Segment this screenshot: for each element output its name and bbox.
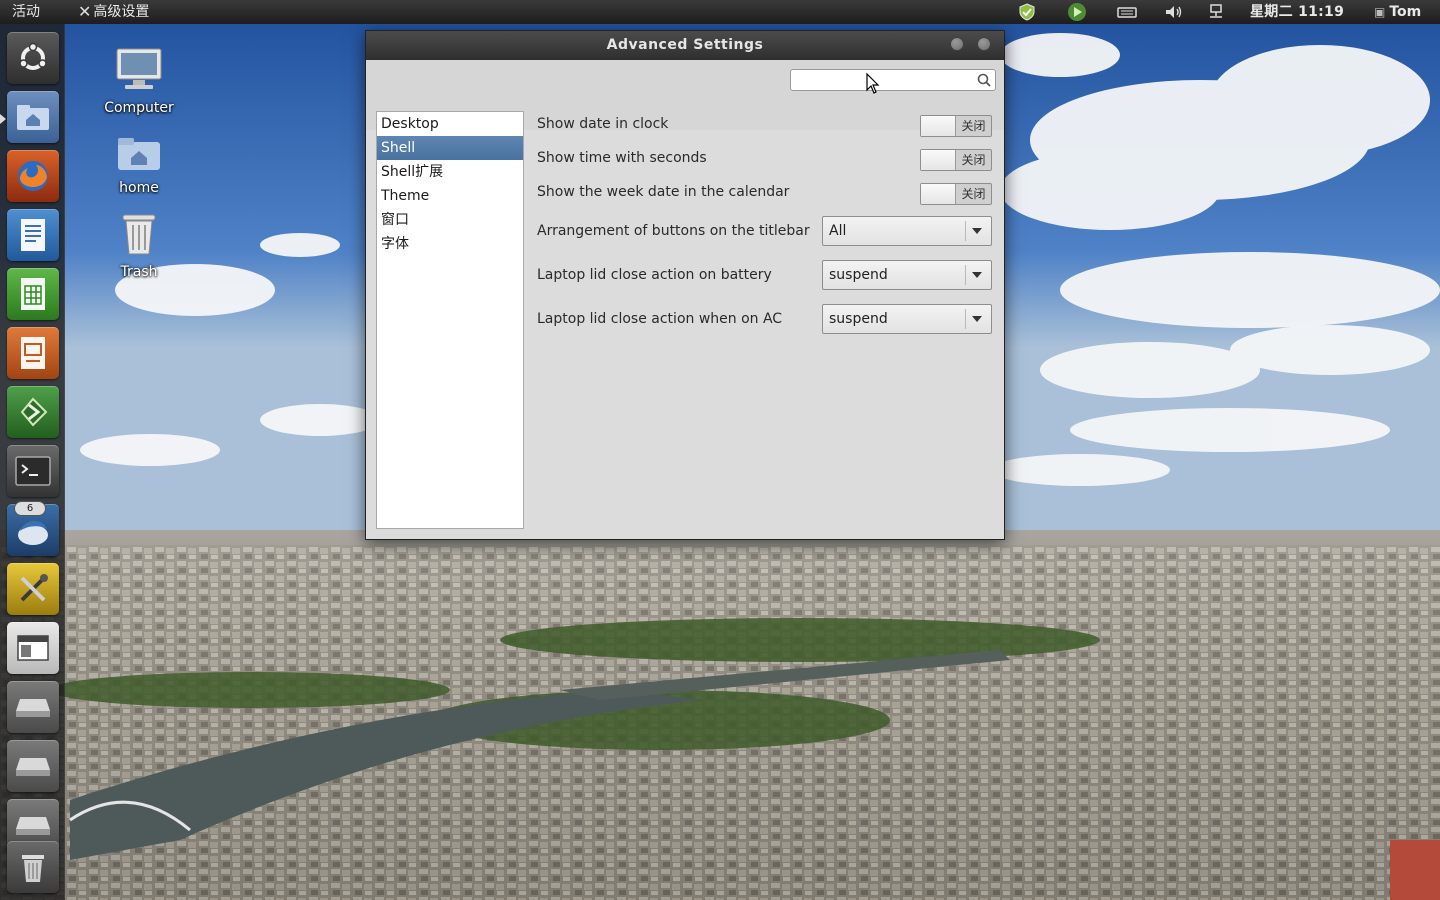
titlebar-buttons-dropdown[interactable]: All [822, 216, 992, 246]
volume-icon[interactable] [1163, 0, 1185, 24]
desktop-icon-trash[interactable]: Trash [94, 210, 184, 280]
drive-icon[interactable] [7, 740, 59, 792]
setting-label: Show time with seconds [537, 150, 707, 166]
desktop-icon-label: home [119, 180, 159, 196]
toggle-knob [921, 184, 956, 204]
show-seconds-toggle[interactable]: 关闭 [920, 149, 992, 171]
drive-icon[interactable] [7, 681, 59, 733]
dropdown-value: All [829, 223, 847, 239]
user-menu[interactable]: ▣ Tom [1374, 0, 1421, 24]
setting-label: Arrangement of buttons on the titlebar [537, 223, 810, 239]
chevron-down-icon [972, 316, 982, 322]
toggle-knob [921, 116, 956, 136]
window-titlebar[interactable]: Advanced Settings [366, 31, 1004, 60]
desktop-icon-home[interactable]: home [94, 134, 184, 196]
search-box[interactable] [790, 69, 996, 91]
firefox-icon[interactable] [7, 150, 59, 202]
unread-badge: 6 [15, 502, 45, 515]
desktop-icon-computer[interactable]: Computer [94, 46, 184, 116]
user-status-icon: ▣ [1374, 5, 1386, 19]
show-date-toggle[interactable]: 关闭 [920, 115, 992, 137]
setting-label: Show date in clock [537, 116, 669, 132]
home-folder-icon [118, 138, 160, 170]
window-title: Advanced Settings [606, 37, 764, 53]
mouse-cursor-icon [866, 73, 880, 94]
app-menu-label: 高级设置 [93, 4, 150, 20]
dropdown-separator [965, 221, 966, 241]
dropdown-separator [965, 265, 966, 285]
sidebar-item-desktop[interactable]: Desktop [377, 112, 523, 136]
tweak-tool-icon[interactable] [7, 563, 59, 615]
setting-label: Laptop lid close action when on AC [537, 311, 783, 327]
advanced-settings-window: Advanced Settings Desktop Shell Shell扩展 … [365, 30, 1005, 540]
ubuntu-logo-icon[interactable] [7, 32, 59, 84]
window-icon[interactable] [7, 622, 59, 674]
tools-icon: ✕ [78, 2, 92, 21]
terminal-icon[interactable] [7, 445, 59, 497]
network-icon[interactable] [1206, 0, 1226, 24]
toggle-state: 关闭 [961, 119, 986, 133]
calc-icon[interactable] [7, 268, 59, 320]
app-menu[interactable]: ✕ 高级设置 [78, 0, 149, 24]
chevron-down-icon [972, 272, 982, 278]
activities-button[interactable]: 活动 [12, 0, 40, 24]
home-folder-icon[interactable] [7, 91, 59, 143]
user-name: Tom [1389, 4, 1422, 20]
sidebar-item-shell-extensions[interactable]: Shell扩展 [377, 160, 523, 184]
impress-icon[interactable] [7, 327, 59, 379]
gedit-icon[interactable] [7, 386, 59, 438]
toggle-state: 关闭 [961, 187, 986, 201]
search-icon[interactable] [977, 73, 991, 87]
running-indicator [0, 114, 6, 124]
sidebar-item-fonts[interactable]: 字体 [377, 232, 523, 256]
lid-ac-dropdown[interactable]: suspend [822, 304, 992, 334]
shield-icon[interactable] [1017, 0, 1037, 24]
dropdown-separator [965, 309, 966, 329]
clock[interactable]: 星期二 11:19 [1250, 0, 1344, 24]
thunderbird-icon[interactable]: 6 [7, 502, 59, 556]
minimize-button[interactable] [950, 37, 964, 51]
launcher: 6 [0, 24, 65, 900]
chevron-down-icon [972, 228, 982, 234]
setting-label: Show the week date in the calendar [537, 184, 790, 200]
lid-battery-dropdown[interactable]: suspend [822, 260, 992, 290]
computer-icon [116, 48, 162, 89]
trash-icon [122, 214, 156, 255]
category-sidebar: Desktop Shell Shell扩展 Theme 窗口 字体 [376, 111, 524, 529]
close-button[interactable] [977, 37, 991, 51]
setting-label: Laptop lid close action on battery [537, 267, 772, 283]
toggle-knob [921, 150, 956, 170]
sidebar-item-theme[interactable]: Theme [377, 184, 523, 208]
trash-icon[interactable] [7, 841, 59, 893]
toggle-state: 关闭 [961, 153, 986, 167]
sidebar-item-windows[interactable]: 窗口 [377, 208, 523, 232]
sidebar-item-shell[interactable]: Shell [377, 136, 523, 160]
keyboard-icon[interactable] [1116, 0, 1138, 24]
desktop-icon-label: Trash [120, 264, 158, 280]
desktop-icon-label: Computer [104, 100, 174, 116]
dropdown-value: suspend [829, 311, 888, 327]
play-icon[interactable] [1066, 0, 1088, 24]
search-input[interactable] [797, 72, 971, 90]
dropdown-value: suspend [829, 267, 888, 283]
week-date-toggle[interactable]: 关闭 [920, 183, 992, 205]
writer-icon[interactable] [7, 209, 59, 261]
top-panel: 活动 ✕ 高级设置 星期二 11:19 ▣ Tom [0, 0, 1440, 24]
